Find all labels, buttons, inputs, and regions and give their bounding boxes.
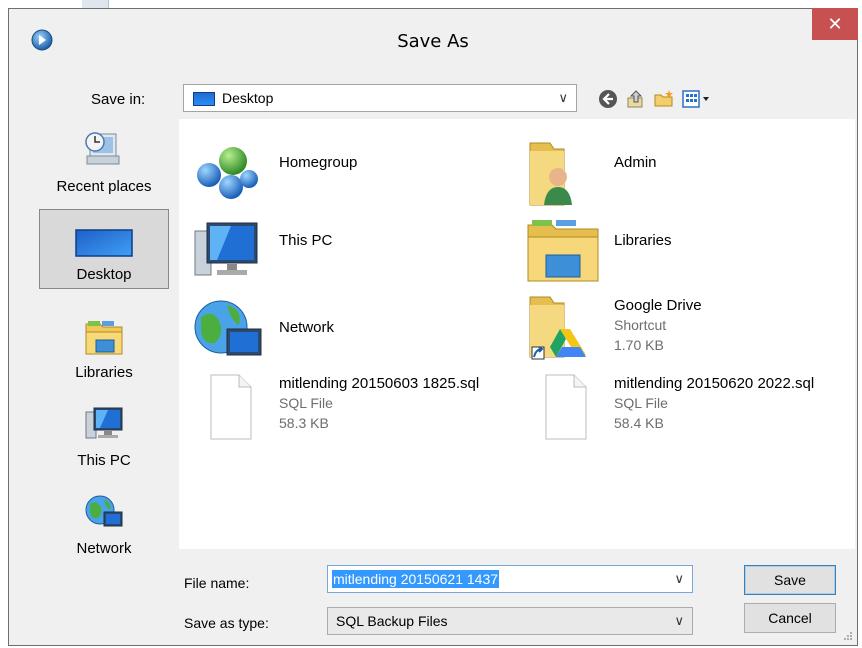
item-size: 58.4 KB: [614, 415, 664, 431]
back-icon: [599, 90, 617, 108]
new-folder-icon: [654, 90, 673, 107]
cancel-button[interactable]: Cancel: [744, 603, 836, 633]
recent-places-icon: [85, 132, 120, 165]
file-icon: [545, 374, 587, 440]
item-type: Shortcut: [614, 317, 667, 333]
list-item-google-drive[interactable]: Google Drive Shortcut 1.70 KB: [524, 295, 844, 365]
view-menu-button[interactable]: [681, 87, 713, 111]
item-name: This PC: [279, 232, 333, 249]
save-in-value: Desktop: [222, 90, 274, 106]
item-name: Network: [279, 319, 335, 336]
save-as-type-dropdown[interactable]: SQL Backup Files ∨: [327, 607, 693, 635]
place-label: Libraries: [75, 364, 133, 381]
file-name-value[interactable]: mitlending 20150621 1437: [332, 570, 500, 588]
item-name: Admin: [614, 154, 657, 171]
item-name: Google Drive: [614, 297, 702, 314]
network-icon: [85, 495, 123, 527]
file-name-input[interactable]: mitlending 20150621 1437 ∨: [327, 565, 693, 593]
list-item-sql-file-2[interactable]: mitlending 20150620 2022.sql SQL File 58…: [524, 373, 844, 443]
dialog-title: Save As: [397, 31, 469, 52]
place-label: Network: [76, 540, 132, 557]
place-this-pc[interactable]: This PC: [39, 395, 169, 475]
save-button[interactable]: Save: [744, 565, 836, 595]
chevron-down-icon[interactable]: ∨: [674, 571, 684, 587]
list-item-this-pc[interactable]: This PC: [189, 217, 509, 287]
item-name: Homegroup: [279, 154, 358, 171]
background-window-strip: [82, 0, 109, 8]
back-button[interactable]: [595, 87, 621, 111]
chevron-down-icon: ∨: [674, 613, 684, 628]
place-libraries[interactable]: Libraries: [39, 307, 169, 387]
file-icon: [210, 374, 252, 440]
desktop-small-icon: [193, 92, 215, 106]
list-item-libraries[interactable]: Libraries: [524, 217, 844, 287]
item-size: 58.3 KB: [279, 415, 329, 431]
item-name: mitlending 20150620 2022.sql: [614, 375, 815, 392]
user-folder-icon: [529, 142, 572, 206]
background-window-edge: [0, 0, 8, 648]
libraries-icon: [85, 321, 123, 355]
place-recent-places[interactable]: Recent places: [39, 121, 169, 201]
this-pc-icon: [194, 222, 258, 276]
save-in-label: Save in:: [91, 91, 146, 108]
place-label: This PC: [77, 452, 131, 469]
save-as-dialog: Save As ✕ Save in: Desktop ∨ Recent plac…: [8, 8, 858, 646]
place-label: Desktop: [76, 266, 132, 283]
item-name: mitlending 20150603 1825.sql: [279, 375, 480, 392]
file-name-label: File name:: [184, 575, 250, 591]
resize-grip-icon[interactable]: [843, 631, 853, 641]
item-type: SQL File: [279, 395, 333, 411]
close-icon: ✕: [827, 13, 843, 35]
up-folder-icon: [627, 90, 643, 108]
places-bar: Recent places Desktop Libraries This PC …: [39, 121, 173, 591]
list-item-admin[interactable]: Admin: [524, 139, 844, 209]
list-item-homegroup[interactable]: Homegroup: [189, 139, 509, 209]
title-bar[interactable]: Save As ✕: [9, 8, 858, 67]
new-folder-button[interactable]: [651, 87, 677, 111]
list-item-network[interactable]: Network: [189, 295, 509, 365]
homegroup-icon: [197, 147, 258, 199]
item-size: 1.70 KB: [614, 337, 664, 353]
google-drive-shortcut-icon: [529, 296, 586, 360]
item-name: Libraries: [614, 232, 672, 249]
item-type: SQL File: [614, 395, 668, 411]
desktop-icon: [75, 229, 133, 257]
place-network[interactable]: Network: [39, 483, 169, 563]
save-in-dropdown[interactable]: Desktop ∨: [183, 84, 577, 112]
close-button[interactable]: ✕: [812, 8, 858, 40]
network-icon: [194, 300, 262, 356]
chevron-down-icon: ∨: [558, 90, 568, 105]
this-pc-icon: [85, 407, 123, 439]
save-as-type-label: Save as type:: [184, 615, 269, 631]
list-item-sql-file-1[interactable]: mitlending 20150603 1825.sql SQL File 58…: [189, 373, 509, 443]
save-as-type-value: SQL Backup Files: [336, 613, 448, 629]
libraries-icon: [527, 220, 599, 282]
file-list-view[interactable]: Homegroup Admin This PC Libraries Networ…: [179, 119, 855, 549]
place-label: Recent places: [56, 178, 152, 195]
place-desktop[interactable]: Desktop: [39, 209, 169, 289]
up-folder-button[interactable]: [623, 87, 649, 111]
view-menu-icon: [682, 90, 709, 108]
